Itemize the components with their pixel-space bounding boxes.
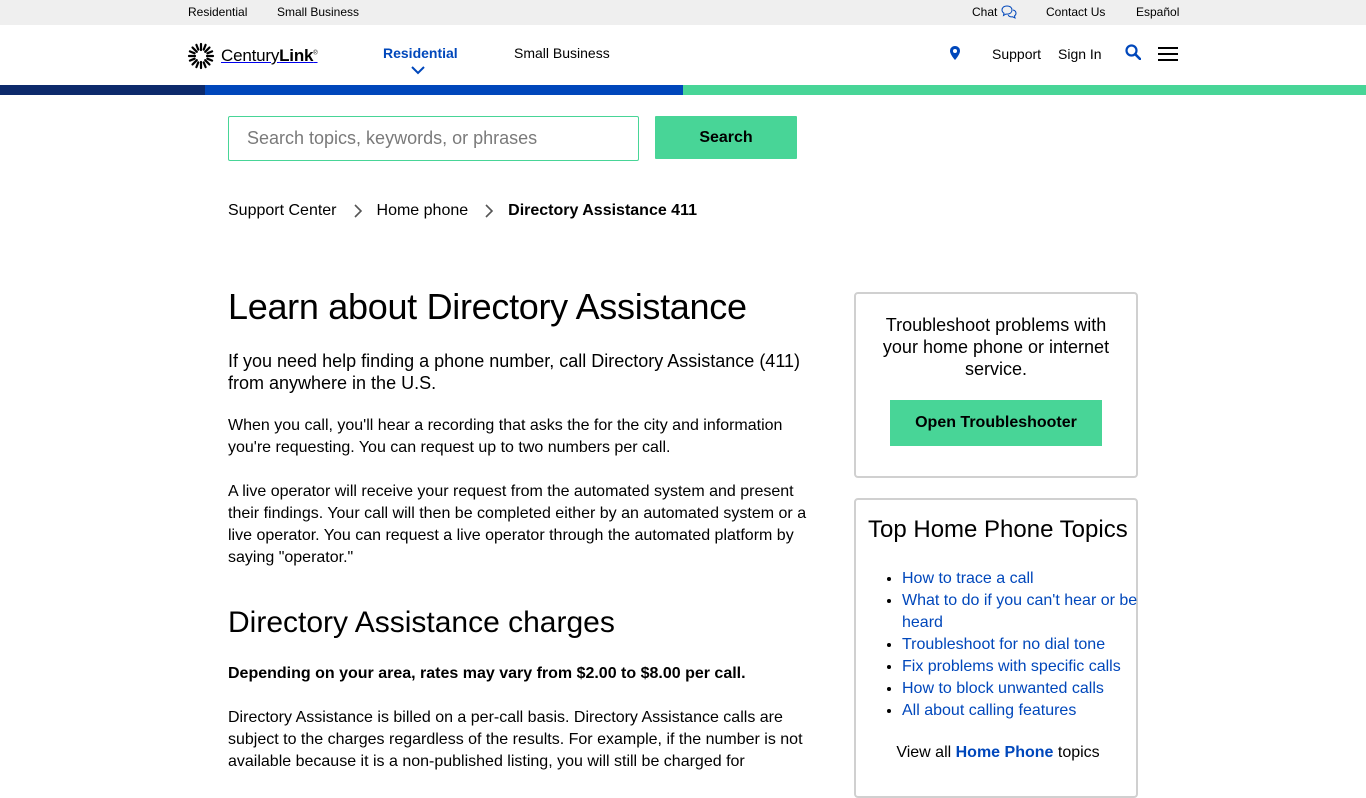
breadcrumb-home-phone[interactable]: Home phone: [377, 202, 469, 220]
search-icon[interactable]: [1125, 44, 1141, 60]
view-all-home-phone-link[interactable]: Home Phone: [956, 744, 1054, 761]
utility-link-small-business[interactable]: Small Business: [277, 5, 359, 19]
chevron-down-icon[interactable]: [411, 65, 425, 75]
chat-bubbles-icon: [1001, 5, 1017, 19]
view-all-prefix: View all: [896, 744, 952, 761]
sunburst-logo-icon: [187, 42, 215, 70]
nav-link-support[interactable]: Support: [992, 46, 1041, 62]
list-item: Fix problems with specific calls: [902, 656, 1140, 678]
view-all-topics: View all Home Phone topics: [856, 744, 1140, 762]
charges-rates-note: Depending on your area, rates may vary f…: [228, 665, 746, 682]
utility-link-chat[interactable]: Chat: [972, 5, 1017, 19]
logo-word-link: Link: [279, 46, 314, 65]
article-paragraph-recording: When you call, you'll hear a recording t…: [228, 417, 783, 456]
article-paragraph-operator: A live operator will receive your reques…: [228, 483, 807, 566]
troubleshooter-text: Troubleshoot problems with your home pho…: [882, 315, 1110, 379]
location-pin-icon[interactable]: [948, 45, 962, 61]
view-all-suffix: topics: [1057, 744, 1100, 761]
chat-label: Chat: [972, 5, 998, 19]
brand-stripe-blue: [205, 85, 683, 95]
open-troubleshooter-button[interactable]: Open Troubleshooter: [890, 400, 1102, 446]
utility-link-contact-us[interactable]: Contact Us: [1046, 5, 1105, 19]
topic-link-cant-hear[interactable]: What to do if you can't hear or be heard: [902, 592, 1137, 631]
list-item: All about calling features: [902, 700, 1140, 722]
nav-link-sign-in[interactable]: Sign In: [1058, 46, 1102, 62]
chevron-right-icon: [353, 204, 362, 218]
top-topics-list: How to trace a call What to do if you ca…: [876, 568, 1140, 722]
logo-wordmark: CenturyLink®: [221, 46, 318, 66]
breadcrumb-current: Directory Assistance 411: [508, 202, 697, 219]
topic-link-block-calls[interactable]: How to block unwanted calls: [902, 680, 1104, 697]
topic-link-no-dial-tone[interactable]: Troubleshoot for no dial tone: [902, 636, 1105, 653]
search-input[interactable]: [228, 116, 639, 161]
topic-link-calling-features[interactable]: All about calling features: [902, 702, 1076, 719]
centurylink-logo[interactable]: CenturyLink®: [187, 42, 318, 70]
utility-link-residential[interactable]: Residential: [188, 5, 247, 19]
brand-stripe-green: [683, 85, 1366, 95]
utility-bar: Residential Small Business Chat Contact …: [0, 0, 1366, 25]
top-topics-card: Top Home Phone Topics How to trace a cal…: [854, 498, 1138, 798]
logo-word-century: Century: [221, 46, 280, 65]
list-item: How to trace a call: [902, 568, 1140, 590]
section-heading-charges: Directory Assistance charges: [228, 606, 615, 639]
chevron-right-icon: [485, 204, 494, 218]
breadcrumb-support-center[interactable]: Support Center: [228, 202, 337, 220]
logo-trademark: ®: [313, 50, 318, 57]
page-title: Learn about Directory Assistance: [228, 286, 747, 327]
breadcrumb: Support Center Home phone Directory Assi…: [228, 202, 697, 220]
nav-tab-residential[interactable]: Residential: [383, 45, 458, 61]
topic-link-specific-calls[interactable]: Fix problems with specific calls: [902, 658, 1121, 675]
list-item: What to do if you can't hear or be heard: [902, 590, 1140, 634]
list-item: How to block unwanted calls: [902, 678, 1140, 700]
article-intro: If you need help finding a phone number,…: [228, 351, 801, 393]
utility-link-espanol[interactable]: Español: [1136, 5, 1179, 19]
top-topics-title: Top Home Phone Topics: [868, 516, 1128, 543]
hamburger-menu-icon[interactable]: [1158, 47, 1178, 61]
nav-tab-small-business[interactable]: Small Business: [514, 45, 610, 61]
main-nav: CenturyLink® Residential Small Business …: [0, 25, 1366, 85]
brand-stripe-dark-blue: [0, 85, 205, 95]
search-button[interactable]: Search: [655, 116, 797, 159]
list-item: Troubleshoot for no dial tone: [902, 634, 1140, 656]
charges-billing-paragraph: Directory Assistance is billed on a per-…: [228, 709, 803, 770]
topic-link-trace-call[interactable]: How to trace a call: [902, 570, 1034, 587]
troubleshooter-card: Troubleshoot problems with your home pho…: [854, 292, 1138, 478]
